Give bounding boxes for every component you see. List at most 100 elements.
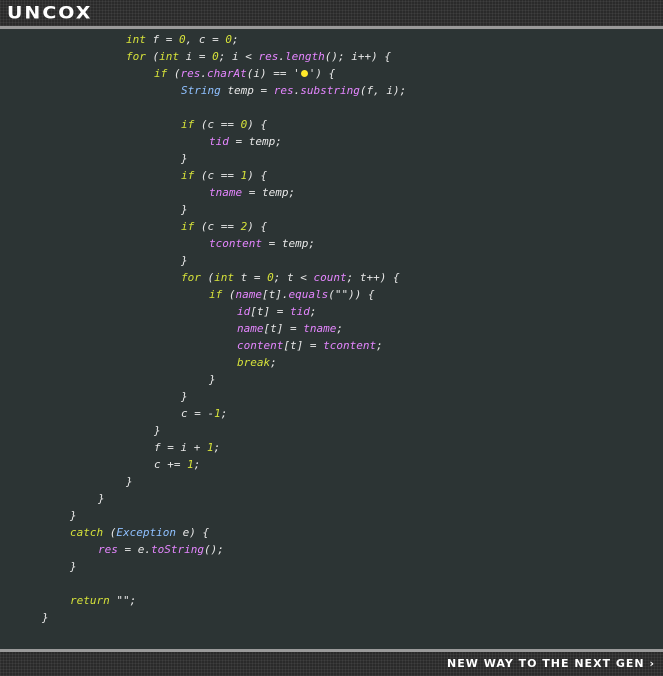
code-token: t =: [234, 271, 268, 284]
code-token: for: [126, 50, 146, 63]
site-logo[interactable]: UNCOX: [7, 3, 92, 23]
code-line: c = -1;: [181, 405, 227, 422]
code-token: res: [258, 50, 279, 63]
code-token: break: [237, 356, 271, 369]
code-token: c +=: [154, 458, 188, 471]
code-token: for: [181, 271, 201, 284]
code-line: return "";: [70, 592, 136, 609]
code-token: ("")) {: [328, 288, 375, 301]
code-token: [t] =: [283, 339, 324, 352]
code-token: (: [222, 288, 236, 301]
code-token: 1: [214, 407, 221, 420]
code-token: ) {: [247, 169, 268, 182]
code-token: }: [98, 492, 105, 505]
code-line: }: [126, 473, 133, 490]
code-line: }: [181, 252, 188, 269]
code-token: charAt: [207, 67, 247, 80]
code-token: count: [313, 271, 347, 284]
code-token: , c =: [185, 33, 226, 46]
code-token: tcontent: [209, 237, 262, 250]
code-token: catch: [70, 526, 104, 539]
code-line: }: [209, 371, 216, 388]
code-token: 0: [225, 33, 232, 46]
code-token: }: [70, 560, 77, 573]
code-token: res: [98, 543, 118, 556]
code-token: if: [209, 288, 223, 301]
code-token: if: [181, 118, 195, 131]
code-token: = e.: [117, 543, 151, 556]
code-token: length: [285, 50, 325, 63]
code-token: (: [167, 67, 181, 80]
code-line: name[t] = tname;: [237, 320, 343, 337]
code-token: ) {: [247, 118, 268, 131]
code-line: catch (Exception e) {: [70, 524, 209, 541]
code-line: tcontent = temp;: [209, 235, 315, 252]
code-token: Exception: [116, 526, 176, 539]
code-token: }: [209, 373, 216, 386]
code-token: tid: [209, 135, 229, 148]
code-token: ;: [270, 356, 277, 369]
code-token: (: [145, 50, 160, 63]
code-line: if (name[t].equals("")) {: [209, 286, 375, 303]
code-token: 0: [212, 50, 219, 63]
page: UNCOX int f = 0, c = 0; for (int i = 0; i…: [0, 0, 663, 676]
code-token: ; t++) {: [346, 271, 400, 284]
code-line: id[t] = tid;: [237, 303, 317, 320]
code-token: (c ==: [194, 169, 241, 182]
code-token: .: [200, 67, 207, 80]
code-token: f =: [145, 33, 179, 46]
footer-bar: NEW WAY TO THE NEXT GEN ›: [0, 652, 663, 676]
code-token: if: [181, 220, 195, 233]
code-token: int: [159, 50, 179, 63]
code-line: }: [70, 558, 77, 575]
code-token: if: [154, 67, 168, 80]
code-line: tid = temp;: [209, 133, 282, 150]
code-token: ;: [309, 305, 317, 318]
code-token: 1: [206, 441, 214, 454]
code-token: }: [181, 254, 188, 267]
code-token: 0: [267, 271, 274, 284]
code-token: ') {: [308, 67, 336, 80]
code-line: String temp = res.substring(f, i);: [181, 82, 406, 99]
code-token: f = i +: [154, 441, 207, 454]
code-token: (f, i);: [359, 84, 407, 97]
code-token: (: [200, 271, 215, 284]
code-line: content[t] = tcontent;: [237, 337, 383, 354]
code-line: }: [98, 490, 105, 507]
code-token: name: [235, 288, 263, 301]
code-token: ();: [203, 543, 224, 556]
code-line: }: [181, 388, 188, 405]
code-token: ;: [232, 33, 239, 46]
code-block: int f = 0, c = 0; for (int i = 0; i < res…: [0, 29, 663, 649]
code-line: c += 1;: [154, 456, 200, 473]
code-line: }: [42, 609, 49, 626]
tagline-link[interactable]: NEW WAY TO THE NEXT GEN ›: [447, 656, 655, 672]
code-token: }: [42, 611, 49, 624]
code-token: (); i++) {: [324, 50, 391, 63]
code-token: = temp;: [261, 237, 315, 250]
code-line: break;: [237, 354, 277, 371]
header-bar: UNCOX: [0, 0, 663, 26]
code-token: .: [278, 50, 285, 63]
code-token: content: [237, 339, 284, 352]
code-token: c = -: [181, 407, 215, 420]
code-token: id: [237, 305, 251, 318]
yellow-dot-icon: [300, 70, 308, 77]
code-token: = temp;: [228, 135, 282, 148]
code-token: (i) == ': [246, 67, 300, 80]
code-line: res = e.toString();: [98, 541, 224, 558]
code-token: equals: [288, 288, 329, 301]
code-token: return: [70, 594, 110, 607]
code-token: substring: [300, 84, 360, 97]
code-token: tname: [303, 322, 337, 335]
code-token: temp =: [220, 84, 274, 97]
code-token: "";: [109, 594, 137, 607]
code-token: }: [126, 475, 133, 488]
code-token: (: [103, 526, 117, 539]
code-token: [t] =: [263, 322, 304, 335]
code-line: if (c == 2) {: [181, 218, 267, 235]
code-token: e) {: [175, 526, 210, 539]
code-token: if: [181, 169, 195, 182]
code-token: 1: [187, 458, 194, 471]
code-token: toString: [151, 543, 204, 556]
